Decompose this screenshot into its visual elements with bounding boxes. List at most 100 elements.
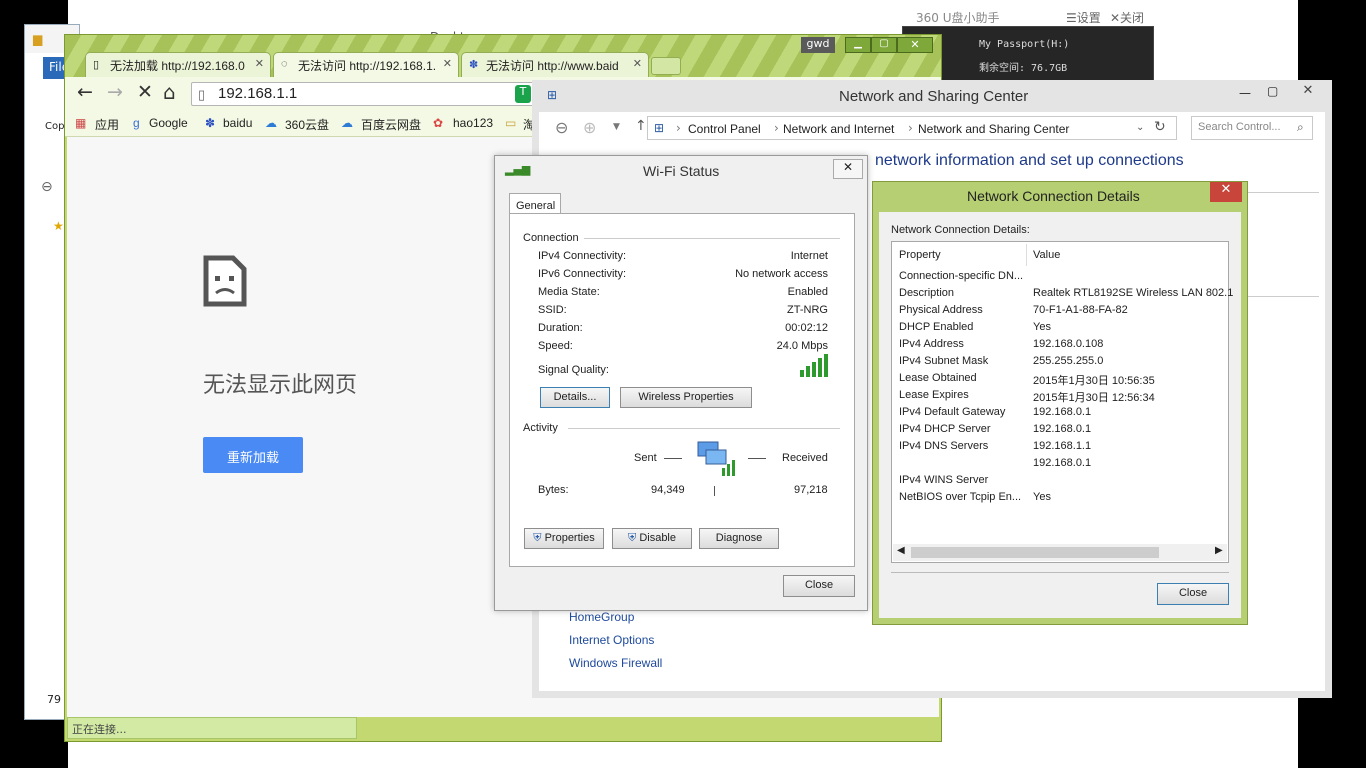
network-connection-details-dialog[interactable]: Network Connection Details ✕ Network Con… [872,181,1248,625]
field-key: IPv4 Connectivity: [538,250,627,262]
see-also-internet-options[interactable]: Internet Options [569,633,654,647]
paw-icon: ✽ [469,59,479,71]
close-icon[interactable]: ✕ [633,57,642,70]
address-bar[interactable]: ▯ 192.168.1.1 [191,82,537,106]
user-badge[interactable]: gwd [801,37,835,53]
maximize-button[interactable]: ▢ [1267,84,1278,98]
details-list[interactable]: Property Value Connection-specific DN...… [891,241,1233,563]
divider [714,486,715,496]
explorer-copy-label[interactable]: Cop [45,121,64,132]
table-row-property: IPv4 DHCP Server [899,423,991,435]
tab-general-label: General [516,200,556,212]
table-row-property: IPv4 Address [899,338,964,350]
bookmark-google[interactable]: Google [149,116,188,130]
network-icon: ⊞ [547,88,558,102]
close-window-button[interactable]: ✕ [833,159,863,179]
ncd-close-button[interactable]: Close [1157,583,1229,605]
bookmark-baidu[interactable]: baidu [223,116,252,130]
table-row-value: 70-F1-A1-88-FA-82 [1033,304,1128,316]
u360-close-link[interactable]: ✕关闭 [1110,9,1144,26]
bytes-received-value: 97,218 [794,484,828,496]
minimize-button[interactable]: ▁ [845,37,871,53]
new-tab-button[interactable] [651,57,681,75]
refresh-icon[interactable]: ↻ [1154,119,1166,135]
cloud-icon: ☁ [341,116,353,130]
disable-button[interactable]: ⛨ Disable [612,528,692,549]
ncd-body: Network Connection Details: Property Val… [879,212,1241,618]
home-icon[interactable]: ⌂ [163,80,176,104]
table-row-value: 192.168.0.1 [1033,423,1092,435]
tab-general[interactable]: General [509,193,561,214]
breadcrumb-control-panel[interactable]: Control Panel [688,122,761,136]
divider [664,458,682,459]
wireless-properties-button[interactable]: Wireless Properties [620,387,752,408]
back-icon[interactable]: ← [77,81,93,103]
nsc-heading: network information and set up connectio… [875,152,1184,169]
tab-2-label: 无法访问 http://192.168.1. [298,59,437,73]
close-icon[interactable]: ✕ [255,57,264,70]
close-window-button[interactable]: ✕ [1210,182,1242,202]
table-row-value: 2015年1月30日 10:56:35 [1033,375,1155,387]
breadcrumb[interactable]: ⊞ › Control Panel › Network and Internet… [647,116,1177,140]
field-value: 24.0 Mbps [776,340,828,352]
search-icon[interactable]: ⌕ [1297,120,1304,135]
bookmark-apps[interactable]: 应用 [95,116,119,133]
tab-2[interactable]: ◌ 无法访问 http://192.168.1. ✕ [273,52,459,77]
tab-3[interactable]: ✽ 无法访问 http://www.baid ✕ [461,52,649,77]
breadcrumb-network-internet[interactable]: Network and Internet [783,122,894,136]
breadcrumb-nsc[interactable]: Network and Sharing Center [918,122,1069,136]
table-row-property: Lease Obtained [899,372,977,384]
stop-icon[interactable]: ✕ [137,81,153,103]
column-divider [1026,244,1027,266]
u360-settings-link[interactable]: ☰设置 [1066,9,1101,26]
field-key: Speed: [538,340,573,352]
diagnose-button[interactable]: Diagnose [699,528,779,549]
chevron-right-icon: › [676,121,681,135]
horizontal-scrollbar[interactable]: ◀ ▶ [893,544,1227,561]
see-also-homegroup[interactable]: HomeGroup [569,610,634,624]
bookmark-baiduyun[interactable]: 百度云网盘 [361,116,421,133]
up-arrow-icon[interactable]: ↑ [635,118,647,134]
search-input[interactable]: Search Control... [1191,116,1313,140]
scroll-right-icon[interactable]: ▶ [1215,545,1223,556]
close-window-button[interactable]: ✕ [897,37,933,53]
page-icon: ▯ [93,59,100,71]
column-header-property[interactable]: Property [899,249,941,261]
minimize-button[interactable]: — [1239,86,1251,100]
hao-icon: ✿ [433,116,444,130]
properties-button[interactable]: ⛨ Properties [524,528,604,549]
usb-drive-name: My Passport(H:) [979,39,1070,50]
forward-icon[interactable]: ⊕ [583,118,596,137]
scroll-left-icon[interactable]: ◀ [897,545,905,556]
back-arrow-icon[interactable]: ⊖ [41,179,53,195]
ncd-label: Network Connection Details: [891,224,1030,236]
details-button[interactable]: Details... [540,387,610,408]
table-row-value: 2015年1月30日 12:56:34 [1033,392,1155,404]
maximize-button[interactable]: ▢ [871,37,897,53]
close-icon[interactable]: ✕ [443,57,452,70]
folder-icon: ▭ [505,116,517,130]
chevron-down-icon[interactable]: ⌄ [1136,122,1144,133]
wifi-status-dialog[interactable]: ▂▄▆ Wi-Fi Status ✕ General Connection IP… [494,155,868,611]
bookmark-360yun[interactable]: 360云盘 [285,116,329,133]
wifi-titlebar: ▂▄▆ Wi-Fi Status ✕ [495,156,867,186]
apps-grid-icon[interactable]: ▦ [75,116,86,130]
see-also-windows-firewall[interactable]: Windows Firewall [569,656,662,670]
bytes-sent-value: 94,349 [651,484,685,496]
wifi-close-button[interactable]: Close [783,575,855,597]
google-icon: g [133,116,140,130]
table-row-property: IPv4 Default Gateway [899,406,1006,418]
table-row-property: NetBIOS over Tcpip En... [899,491,1022,503]
shield-extension-icon[interactable]: T [515,85,531,103]
tab-1[interactable]: ▯ 无法加载 http://192.168.0 ✕ [85,52,271,77]
forward-icon[interactable]: → [107,81,123,103]
field-key: IPv6 Connectivity: [538,268,627,280]
bookmark-hao123[interactable]: hao123 [453,116,493,130]
chevron-down-icon[interactable]: ▼ [613,122,620,132]
scrollbar-thumb[interactable] [911,547,1159,558]
back-icon[interactable]: ⊖ [555,118,568,137]
column-header-value[interactable]: Value [1033,249,1060,261]
close-window-button[interactable]: ✕ [1291,80,1325,102]
field-value: Internet [790,250,828,262]
reload-button[interactable]: 重新加载 [203,437,303,473]
